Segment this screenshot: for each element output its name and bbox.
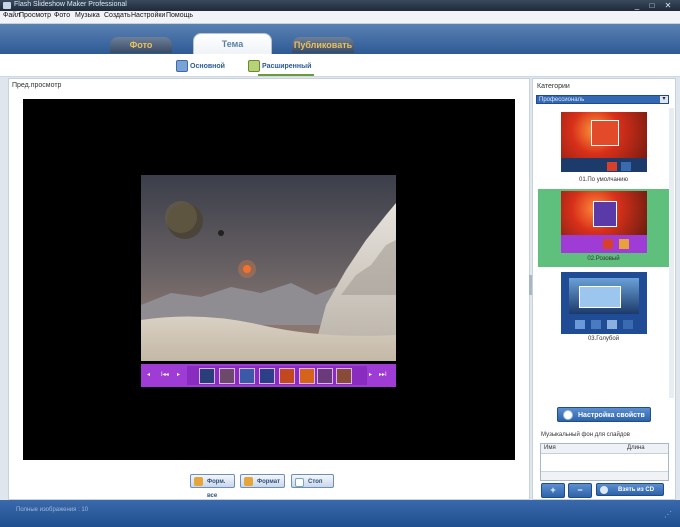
fullscreen-icon	[194, 477, 203, 486]
cd-music-button[interactable]: Взять из CD	[596, 483, 664, 496]
title-bar: Flash Slideshow Maker Professional _ □ ✕	[0, 0, 680, 11]
first-button[interactable]: I◂◂	[161, 371, 169, 378]
basic-icon	[176, 60, 188, 72]
app-icon	[3, 2, 11, 9]
theme-thumbnail	[561, 112, 647, 172]
theme-settings-button[interactable]: Настройка свойств	[557, 407, 651, 422]
theme-list-scrollbar[interactable]	[669, 108, 674, 398]
filmstrip-thumb[interactable]	[317, 368, 333, 384]
theme-card[interactable]: 03.Голубой	[538, 269, 669, 347]
advanced-icon	[248, 60, 260, 72]
theme-thumbnail	[561, 191, 647, 253]
subtab-basic[interactable]: Основной	[190, 63, 225, 70]
add-music-button[interactable]: +	[541, 483, 565, 498]
stop-button[interactable]: Стоп	[291, 474, 334, 488]
window-title: Flash Slideshow Maker Professional	[14, 1, 127, 8]
music-table-header: Имя Длина	[541, 444, 668, 454]
music-label: Музыкальный фон для слайдов	[541, 432, 630, 438]
filmstrip-thumb[interactable]	[239, 368, 255, 384]
menu-help[interactable]: Помощь	[166, 12, 193, 19]
filmstrip-thumb[interactable]	[279, 368, 295, 384]
theme-card-selected[interactable]: 02.Розовый	[538, 189, 669, 267]
slideshow-filmstrip: ◂ I◂◂ ▸ ▸ ▸▸I	[141, 364, 396, 387]
minimize-button[interactable]: _	[630, 1, 644, 10]
format-label: Формат	[257, 479, 281, 485]
status-text: Полные изображения : 10	[16, 507, 89, 513]
category-select[interactable]: Профессиональ ▾	[536, 95, 669, 104]
fullscreen-button[interactable]: Форм. все	[190, 474, 235, 499]
menu-view[interactable]: Просмотр	[19, 12, 51, 19]
subtab-advanced[interactable]: Расширенный	[262, 63, 311, 70]
status-bar	[0, 500, 680, 527]
filmstrip-thumb[interactable]	[299, 368, 315, 384]
music-table-scrollbar[interactable]	[541, 471, 668, 480]
theme-settings-label: Настройка свойств	[578, 412, 645, 419]
menu-photo[interactable]: Фото	[54, 12, 70, 19]
gear-icon	[563, 410, 573, 420]
play-button[interactable]: ▸	[177, 371, 180, 378]
category-label: Категории	[537, 83, 570, 90]
menu-music[interactable]: Музыка	[75, 12, 100, 19]
filmstrip-thumb[interactable]	[199, 368, 215, 384]
maximize-button[interactable]: □	[645, 1, 659, 10]
theme-caption: 03.Голубой	[587, 336, 620, 342]
chevron-down-icon[interactable]: ▾	[660, 96, 668, 103]
tab-theme[interactable]: Тема	[193, 33, 272, 56]
cd-music-label: Взять из CD	[617, 487, 655, 493]
theme-caption: 02.Розовый	[587, 256, 620, 262]
theme-thumbnail	[561, 272, 647, 334]
theme-card[interactable]: 01.По умолчанию	[538, 110, 669, 188]
next-button[interactable]: ▸	[369, 371, 372, 378]
format-icon	[244, 477, 253, 486]
cd-icon	[600, 486, 608, 494]
col-name[interactable]: Имя	[544, 445, 556, 451]
category-selected: Профессиональ	[539, 97, 585, 103]
filmstrip-thumb[interactable]	[336, 368, 352, 384]
menu-bar: Файл Просмотр Фото Музыка Создать Настро…	[0, 11, 680, 24]
theme-caption: 01.По умолчанию	[579, 177, 628, 183]
close-button[interactable]: ✕	[661, 1, 675, 10]
music-table[interactable]: Имя Длина	[540, 443, 669, 481]
active-subtab-indicator	[258, 74, 314, 76]
stop-icon	[295, 478, 304, 487]
slide-image	[141, 175, 396, 361]
prev-button[interactable]: ◂	[147, 371, 150, 378]
tab-photo[interactable]: Фото	[110, 37, 172, 53]
preview-label: Пред.просмотр	[12, 82, 62, 89]
resize-grip-icon[interactable]: ⋰	[664, 510, 674, 520]
tab-publish[interactable]: Публиковать	[292, 37, 354, 53]
filmstrip-thumb[interactable]	[259, 368, 275, 384]
stop-label: Стоп	[308, 479, 323, 485]
col-length[interactable]: Длина	[627, 445, 645, 451]
menu-create[interactable]: Создать	[104, 12, 131, 19]
menu-file[interactable]: Файл	[3, 12, 20, 19]
format-button[interactable]: Формат	[240, 474, 285, 488]
last-button[interactable]: ▸▸I	[379, 371, 387, 378]
subtab-bar	[0, 54, 680, 77]
filmstrip-thumb[interactable]	[219, 368, 235, 384]
remove-music-button[interactable]: −	[568, 483, 592, 498]
menu-settings[interactable]: Настройки	[131, 12, 165, 19]
